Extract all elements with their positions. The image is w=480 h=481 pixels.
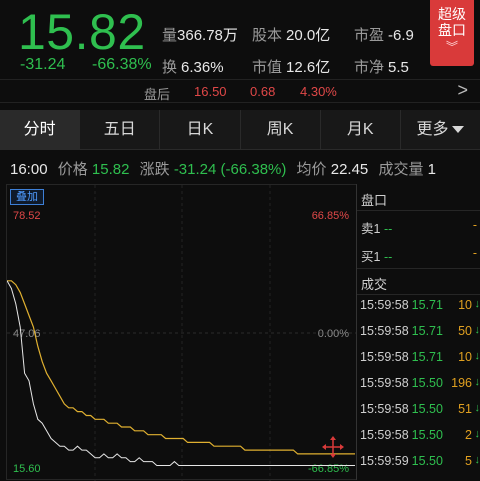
after-hours-price: 16.50 <box>194 84 227 99</box>
after-hours-pct: 4.30% <box>300 84 337 99</box>
tab-weekly-k[interactable]: 周K <box>241 110 321 149</box>
down-arrow-icon: ↓ <box>475 376 480 388</box>
tab-five-day[interactable]: 五日 <box>80 110 160 149</box>
volume-stat: 量366.78万 <box>162 24 238 45</box>
pe-stat: 市盈-6.9 <box>354 24 414 45</box>
mktcap-stat: 市值12.6亿 <box>252 56 330 77</box>
intraday-chart[interactable]: 78.52 66.85% 47.06 0.00% 15.60 -66.85% <box>6 184 356 480</box>
info-time: 16:00 <box>10 161 48 178</box>
super-button-line1: 超级 <box>430 6 474 22</box>
chevron-right-icon[interactable]: > <box>457 80 468 101</box>
after-hours-bar[interactable]: 盘后 16.50 0.68 4.30% > <box>0 79 480 103</box>
trade-row: 15:59:5815.7110↓ <box>360 298 480 312</box>
shares-stat: 股本20.0亿 <box>252 24 330 45</box>
trade-row: 15:59:5815.50196↓ <box>360 376 480 390</box>
down-arrow-icon: ↓ <box>475 402 480 414</box>
chevron-down-icon: ︾ <box>430 41 474 53</box>
tab-more[interactable]: 更多 <box>401 110 480 149</box>
turnover-stat: 换6.36% <box>162 56 224 77</box>
overlay-button[interactable]: 叠加 <box>10 189 44 205</box>
y-high-pct-label: 66.85% <box>312 210 350 222</box>
super-button-line2: 盘口 <box>430 22 474 38</box>
tab-daily-k[interactable]: 日K <box>160 110 240 149</box>
intraday-chart-svg: 78.52 66.85% 47.06 0.00% 15.60 -66.85% <box>7 185 357 481</box>
trade-row: 15:59:5815.5051↓ <box>360 402 480 416</box>
price-change-pct: -66.38% <box>92 56 152 74</box>
trade-row: 15:59:5915.505↓ <box>360 454 480 468</box>
after-hours-change: 0.68 <box>250 84 275 99</box>
down-arrow-icon: ↓ <box>475 350 480 362</box>
sell1-row: 卖1 -- - <box>361 218 479 237</box>
trade-row: 15:59:5815.7110↓ <box>360 350 480 364</box>
caret-down-icon <box>452 126 464 133</box>
price-line <box>7 281 355 466</box>
pb-stat: 市净5.5 <box>354 56 409 77</box>
trade-row: 15:59:5815.7150↓ <box>360 324 480 338</box>
y-mid-pct-label: 0.00% <box>318 328 349 340</box>
y-low-label: 15.60 <box>13 463 41 475</box>
move-arrows-icon <box>322 436 344 458</box>
y-low-pct-label: -66.85% <box>308 463 349 475</box>
buy1-row: 买1 -- - <box>361 246 479 265</box>
y-high-label: 78.52 <box>13 210 41 222</box>
info-volume: 1 <box>428 161 436 178</box>
crosshair-info-row: 16:00 价格 15.82 涨跌 -31.24 (-66.38%) 均价 22… <box>10 158 436 179</box>
info-change: -31.24 (-66.38%) <box>174 161 287 178</box>
average-price-line <box>7 281 355 454</box>
down-arrow-icon: ↓ <box>475 298 480 310</box>
trade-row: 15:59:5815.502↓ <box>360 428 480 442</box>
info-price: 15.82 <box>92 161 130 178</box>
info-avg: 22.45 <box>331 161 369 178</box>
trades-title: 成交 <box>361 274 387 293</box>
after-hours-label: 盘后 <box>144 84 170 103</box>
order-book-title: 盘口 <box>361 190 387 209</box>
down-arrow-icon: ↓ <box>475 454 480 466</box>
price-change: -31.24 <box>20 56 65 74</box>
current-price: 15.82 <box>18 4 146 60</box>
down-arrow-icon: ↓ <box>475 428 480 440</box>
tab-intraday[interactable]: 分时 <box>0 110 80 149</box>
super-orderbook-button[interactable]: 超级 盘口 ︾ <box>430 0 474 66</box>
period-tabs: 分时 五日 日K 周K 月K 更多 <box>0 110 480 150</box>
tab-monthly-k[interactable]: 月K <box>321 110 401 149</box>
down-arrow-icon: ↓ <box>475 324 480 336</box>
order-book-panel: 盘口 卖1 -- - 买1 -- - 成交 15:59:5815.7110↓ 1… <box>356 184 480 480</box>
